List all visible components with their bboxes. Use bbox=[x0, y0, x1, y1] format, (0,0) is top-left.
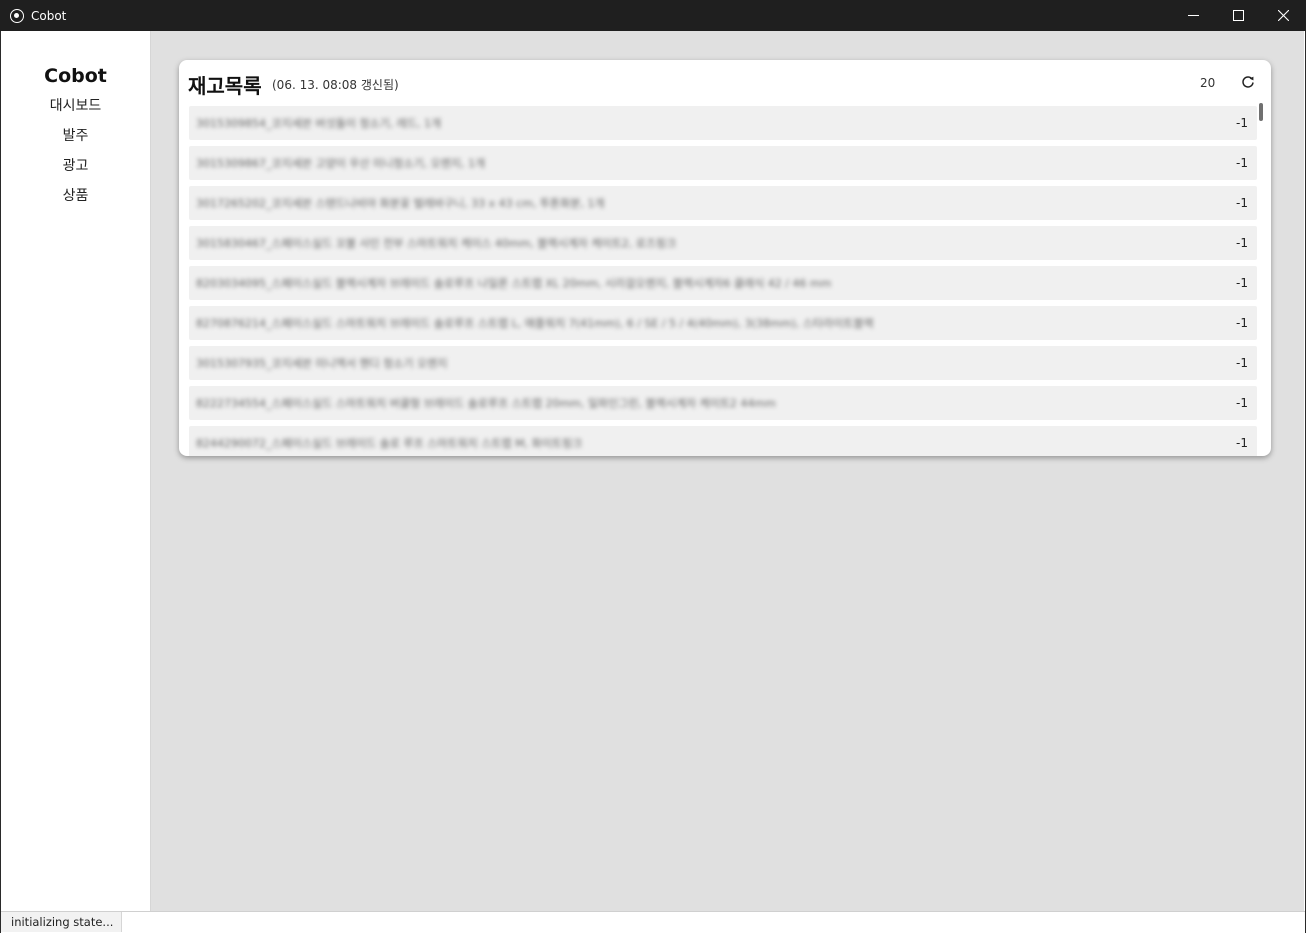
sidebar-brand: Cobot bbox=[44, 65, 107, 87]
inventory-list: 3015309854_코지세븐 버섯돌이 청소기, 레드, 1개 -1 3015… bbox=[189, 106, 1257, 456]
item-stock: -1 bbox=[1236, 276, 1248, 290]
item-stock: -1 bbox=[1236, 436, 1248, 450]
close-button[interactable] bbox=[1261, 0, 1306, 31]
card-updated-time: (06. 13. 08:08 갱신됨) bbox=[272, 78, 399, 92]
title-bar: Cobot bbox=[0, 0, 1306, 31]
window-title: Cobot bbox=[31, 8, 67, 23]
item-name: 8244290072_스페이스실드 브레이드 솔로 루프 스마트워치 스트랩 M… bbox=[196, 437, 583, 450]
item-stock: -1 bbox=[1236, 196, 1248, 210]
item-count: 20 bbox=[1200, 76, 1216, 90]
close-icon bbox=[1278, 10, 1289, 21]
list-item[interactable]: 8270876214_스페이스실드 스마트워치 브레이드 솔로루프 스트랩 L,… bbox=[189, 306, 1257, 340]
item-stock: -1 bbox=[1236, 356, 1248, 370]
item-stock: -1 bbox=[1236, 236, 1248, 250]
item-stock: -1 bbox=[1236, 156, 1248, 170]
item-name: 3015309867_코지세븐 고양이 우산 미니청소기, 오렌지, 1개 bbox=[196, 157, 486, 170]
list-item[interactable]: 3015309854_코지세븐 버섯돌이 청소기, 레드, 1개 -1 bbox=[189, 106, 1257, 140]
maximize-button[interactable] bbox=[1216, 0, 1261, 31]
list-item[interactable]: 3015830467_스페이스실드 꼬불 사인 전부 스마트워치 케이스 40m… bbox=[189, 226, 1257, 260]
minimize-button[interactable] bbox=[1171, 0, 1216, 31]
sidebar-item-products[interactable]: 상품 bbox=[1, 187, 150, 217]
refresh-icon[interactable] bbox=[1241, 75, 1255, 89]
item-name: 8203034095_스페이스실드 블랙시계자 브레이드 솔로루프 나일론 스트… bbox=[196, 277, 832, 290]
sidebar-item-ads[interactable]: 광고 bbox=[1, 157, 150, 187]
main-content: 재고목록 (06. 13. 08:08 갱신됨) 20 3015309854_코… bbox=[151, 31, 1304, 911]
item-stock: -1 bbox=[1236, 116, 1248, 130]
sidebar: Cobot 대시보드 발주 광고 상품 bbox=[1, 31, 151, 911]
minimize-icon bbox=[1188, 15, 1199, 16]
item-stock: -1 bbox=[1236, 396, 1248, 410]
window-controls bbox=[1171, 0, 1306, 31]
item-name: 8270876214_스페이스실드 스마트워치 브레이드 솔로루프 스트랩 L,… bbox=[196, 317, 874, 330]
item-stock: -1 bbox=[1236, 316, 1248, 330]
app-globe-icon bbox=[10, 8, 24, 23]
item-name: 3017265202_코지세븐 스탠드나비야 화분꽂 벌레바구니, 33 x 4… bbox=[196, 197, 605, 210]
list-scrollbar[interactable] bbox=[1259, 103, 1263, 121]
list-item[interactable]: 8244290072_스페이스실드 브레이드 솔로 루프 스마트워치 스트랩 M… bbox=[189, 426, 1257, 456]
sidebar-item-dashboard[interactable]: 대시보드 bbox=[1, 97, 150, 127]
sidebar-item-orders[interactable]: 발주 bbox=[1, 127, 150, 157]
item-name: 3015307935_코지세븐 미니액서 핸디 청소기 오렌지 bbox=[196, 357, 448, 370]
status-bar: initializing state... bbox=[1, 911, 1305, 933]
list-item[interactable]: 8203034095_스페이스실드 블랙시계자 브레이드 솔로루프 나일론 스트… bbox=[189, 266, 1257, 300]
list-item[interactable]: 3015309867_코지세븐 고양이 우산 미니청소기, 오렌지, 1개 -1 bbox=[189, 146, 1257, 180]
list-item[interactable]: 3015307935_코지세븐 미니액서 핸디 청소기 오렌지 -1 bbox=[189, 346, 1257, 380]
card-title: 재고목록 bbox=[188, 74, 262, 98]
item-name: 3015830467_스페이스실드 꼬불 사인 전부 스마트워치 케이스 40m… bbox=[196, 237, 677, 250]
list-item[interactable]: 3017265202_코지세븐 스탠드나비야 화분꽂 벌레바구니, 33 x 4… bbox=[189, 186, 1257, 220]
item-name: 8222734554_스페이스실드 스마트워치 버클형 브레이드 솔로루프 스트… bbox=[196, 397, 776, 410]
item-name: 3015309854_코지세븐 버섯돌이 청소기, 레드, 1개 bbox=[196, 117, 442, 130]
list-item[interactable]: 8222734554_스페이스실드 스마트워치 버클형 브레이드 솔로루프 스트… bbox=[189, 386, 1257, 420]
status-text: initializing state... bbox=[1, 912, 123, 932]
maximize-icon bbox=[1233, 10, 1244, 21]
sidebar-nav: 대시보드 발주 광고 상품 bbox=[1, 97, 150, 217]
inventory-card: 재고목록 (06. 13. 08:08 갱신됨) 20 3015309854_코… bbox=[179, 60, 1271, 456]
